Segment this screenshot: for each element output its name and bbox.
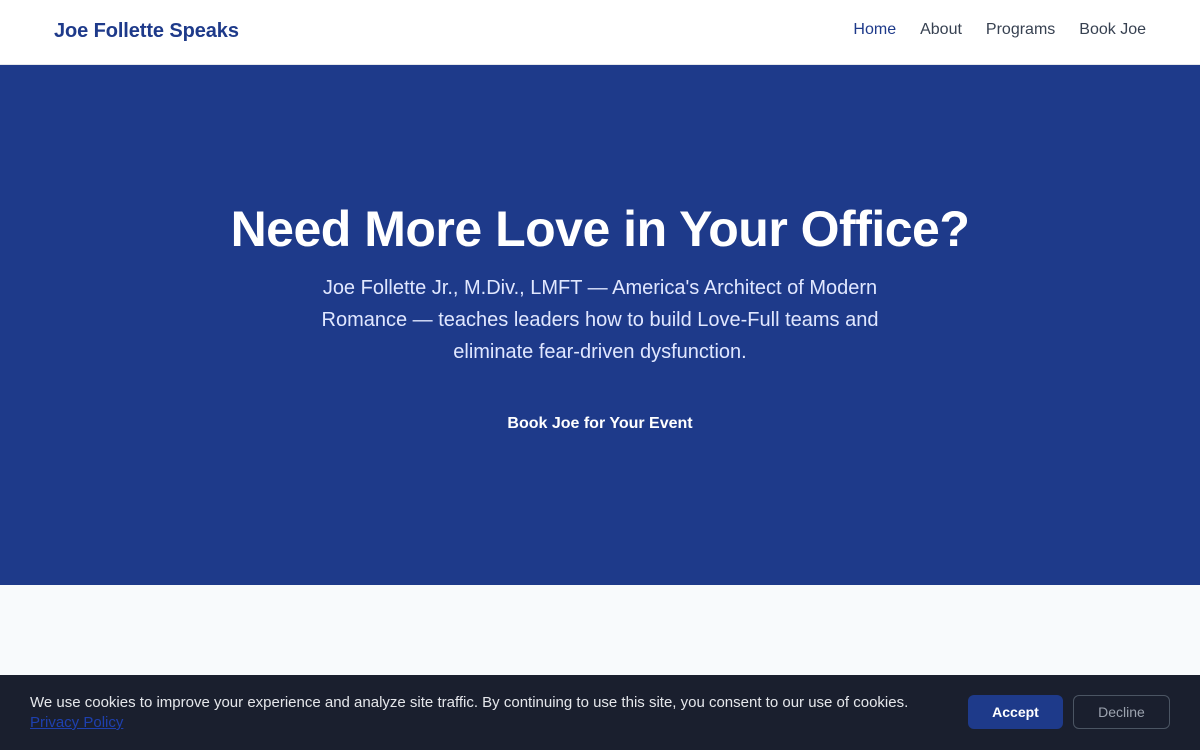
hero-title: Need More Love in Your Office?: [230, 201, 970, 257]
site-header: Joe Follette Speaks Home About Programs …: [0, 0, 1200, 65]
brand-logo-link[interactable]: Joe Follette Speaks: [54, 20, 239, 43]
content-section: [0, 585, 1200, 675]
nav-book-joe[interactable]: Book Joe: [1079, 21, 1146, 39]
nav-about[interactable]: About: [920, 21, 962, 39]
book-event-button[interactable]: Book Joe for Your Event: [480, 410, 720, 438]
main-nav: Home About Programs Book Joe: [853, 21, 1146, 39]
nav-home[interactable]: Home: [853, 21, 896, 39]
cookie-banner: We use cookies to improve your experienc…: [0, 675, 1200, 750]
nav-programs[interactable]: Programs: [986, 21, 1055, 39]
decline-cookies-button[interactable]: Decline: [1073, 695, 1170, 729]
cookie-message: We use cookies to improve your experienc…: [30, 694, 909, 711]
privacy-policy-link[interactable]: Privacy Policy: [30, 714, 123, 731]
hero-subtitle: Joe Follette Jr., M.Div., LMFT — America…: [321, 277, 879, 363]
accept-cookies-button[interactable]: Accept: [968, 695, 1063, 729]
hero-section: Need More Love in Your Office? Joe Folle…: [0, 65, 1200, 585]
